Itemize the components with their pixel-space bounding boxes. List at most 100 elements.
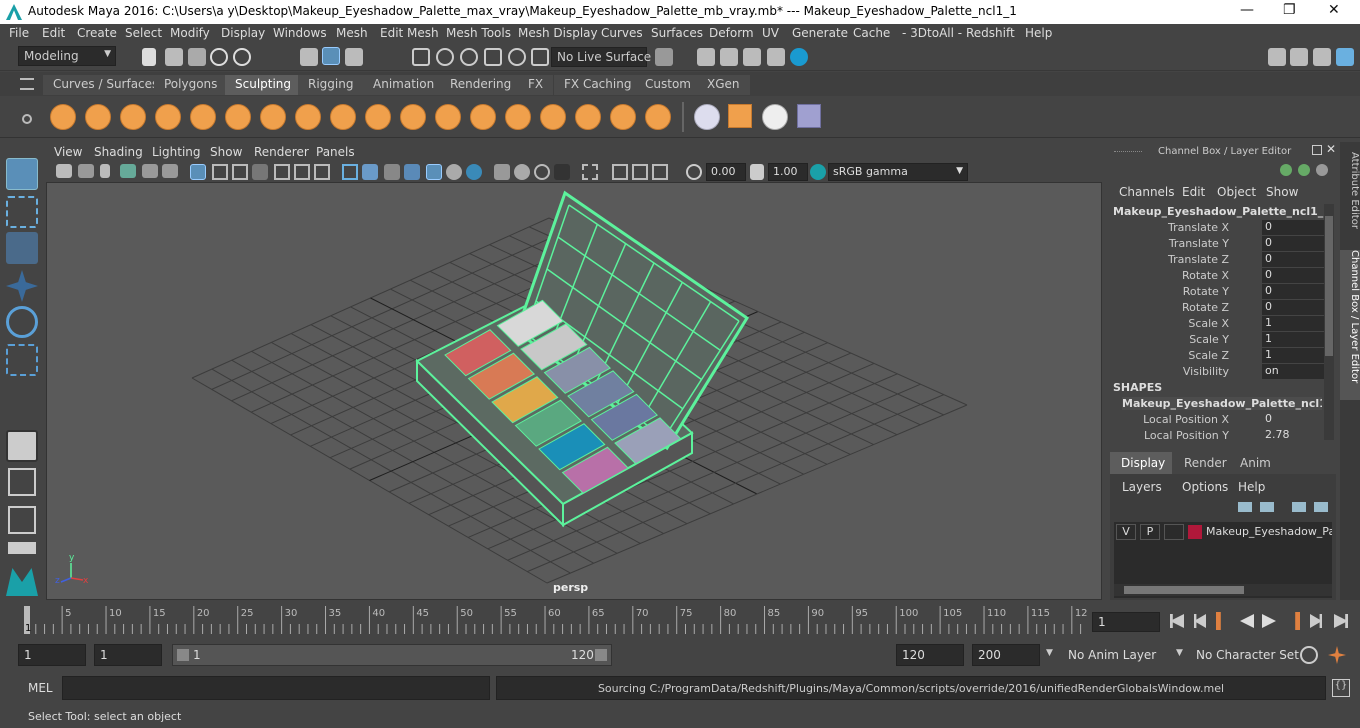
le-menu-help[interactable]: Help [1238, 480, 1265, 494]
scrollbar-thumb[interactable] [1325, 216, 1333, 356]
cb-menu-object[interactable]: Object [1217, 185, 1256, 199]
vp-menu-lighting[interactable]: Lighting [152, 145, 201, 159]
camera-icon[interactable] [56, 164, 72, 178]
playback-start-field[interactable]: 1 [94, 644, 162, 666]
mel-label[interactable]: MEL [28, 681, 53, 695]
attr-row-scale-z[interactable]: Scale Z 1 [1108, 348, 1338, 364]
step-back-icon[interactable] [1194, 614, 1206, 628]
anim-layer-selector[interactable]: No Anim Layer [1062, 644, 1162, 666]
ipr-render-icon[interactable] [743, 48, 761, 66]
colorspace-dropdown[interactable]: sRGB gamma ▼ [828, 163, 968, 181]
attr-row-translate-x[interactable]: Translate X 0 [1108, 220, 1338, 236]
attr-value[interactable]: 1 [1262, 348, 1324, 363]
move-tool-icon[interactable] [6, 270, 38, 302]
le-menu-options[interactable]: Options [1182, 480, 1228, 494]
redo-icon[interactable] [233, 48, 251, 66]
settings-icon[interactable] [1316, 164, 1328, 176]
color-management-icon[interactable] [810, 164, 826, 180]
four-view-layout-icon[interactable] [8, 468, 36, 496]
shelf-menu-icon[interactable] [20, 78, 34, 90]
chevron-down-icon[interactable]: ▼ [1046, 648, 1053, 658]
layer-name[interactable]: Makeup_Eyeshadow_Pal [1206, 525, 1332, 538]
xray-icon[interactable] [554, 164, 570, 180]
select-tool-icon[interactable] [6, 158, 38, 190]
menu-create[interactable]: Create [77, 26, 117, 40]
smear-tool-icon[interactable] [540, 104, 566, 130]
tab-fx-caching[interactable]: FX Caching [554, 75, 642, 95]
layer-list-hscrollbar[interactable] [1114, 584, 1332, 596]
tab-fx[interactable]: FX [518, 75, 554, 95]
isolate-select-icon[interactable] [582, 164, 598, 180]
new-layer-icon[interactable] [1292, 502, 1306, 512]
script-editor-icon[interactable]: {} [1332, 679, 1350, 697]
attr-value[interactable]: 1 [1262, 316, 1324, 331]
undo-icon[interactable] [210, 48, 228, 66]
move-layer-up-icon[interactable] [1238, 502, 1252, 512]
smooth-tool-icon[interactable] [85, 104, 111, 130]
select-object-icon[interactable] [322, 47, 340, 65]
attr-value[interactable]: 0 [1262, 284, 1324, 299]
vp-menu-panels[interactable]: Panels [316, 145, 355, 159]
menu-edit[interactable]: Edit [42, 26, 65, 40]
attr-row-visibility[interactable]: Visibility on [1108, 364, 1338, 380]
maya-home-icon[interactable] [6, 568, 38, 596]
pinch-tool-icon[interactable] [190, 104, 216, 130]
bulge-tool-icon[interactable] [575, 104, 601, 130]
vp-menu-show[interactable]: Show [210, 145, 242, 159]
frame-all-icon[interactable] [612, 164, 628, 180]
gamma-field[interactable]: 1.00 [768, 163, 808, 181]
step-forward-key-icon[interactable] [1295, 612, 1300, 630]
save-scene-icon[interactable] [188, 48, 206, 66]
safe-title-icon[interactable] [314, 164, 330, 180]
tab-polygons[interactable]: Polygons [154, 75, 228, 95]
tab-render[interactable]: Render [1174, 452, 1237, 474]
attr-value[interactable]: 0 [1262, 300, 1324, 315]
layer-visibility-toggle[interactable]: V [1116, 524, 1136, 540]
close-button[interactable]: ✕ [1328, 2, 1340, 18]
animation-end-field[interactable]: 200 [972, 644, 1040, 666]
menu-surfaces[interactable]: Surfaces [651, 26, 703, 40]
menu-mesh[interactable]: Mesh [336, 26, 368, 40]
mel-input[interactable] [62, 676, 490, 700]
menu-3dtoall[interactable]: - 3DtoAll - [902, 26, 962, 40]
convert-to-frozen-icon[interactable] [694, 104, 720, 130]
live-surface-field[interactable]: No Live Surface [551, 47, 651, 67]
menu-mesh-display[interactable]: Mesh Display [518, 26, 598, 40]
minimize-button[interactable]: — [1240, 2, 1254, 18]
time-slider[interactable]: 5 10 15 20 25 30 35 40 45 50 55 60 65 70 75 80 85 90 95 100… [0, 602, 1360, 640]
menu-help[interactable]: Help [1025, 26, 1052, 40]
workspace-icon[interactable] [1268, 48, 1286, 66]
freeze-tool-icon[interactable] [645, 104, 671, 130]
cb-menu-channels[interactable]: Channels [1119, 185, 1175, 199]
lasso-tool-icon[interactable] [6, 196, 38, 228]
graph-layout-icon[interactable] [8, 542, 36, 554]
sculpt-tool-icon[interactable] [50, 104, 76, 130]
uv-layout-icon[interactable] [728, 104, 752, 128]
spray-tool-icon[interactable] [295, 104, 321, 130]
tab-custom[interactable]: Custom [635, 75, 701, 95]
field-chart-icon[interactable] [274, 164, 290, 180]
tab-animation[interactable]: Animation [363, 75, 445, 95]
select-component-icon[interactable] [345, 48, 363, 66]
outliner-layout-icon[interactable] [8, 506, 36, 534]
attr-value[interactable]: 1 [1262, 332, 1324, 347]
help-icon[interactable] [1298, 164, 1310, 176]
viewport-canvas[interactable]: y x z persp [47, 183, 1102, 600]
attr-row-scale-y[interactable]: Scale Y 1 [1108, 332, 1338, 348]
film-gate-icon[interactable] [212, 164, 228, 180]
tab-anim[interactable]: Anim [1230, 452, 1281, 474]
menu-cache[interactable]: Cache [853, 26, 890, 40]
playback-end-field[interactable]: 120 [896, 644, 964, 666]
mesh-display-icon[interactable] [762, 104, 788, 130]
animation-start-field[interactable]: 1 [18, 644, 86, 666]
menu-redshift[interactable]: Redshift [966, 26, 1015, 40]
depth-of-field-icon[interactable] [534, 164, 550, 180]
layer-playback-toggle[interactable]: P [1140, 524, 1160, 540]
frame-selected-icon[interactable] [632, 164, 648, 180]
scale-tool-icon[interactable] [6, 344, 38, 376]
animation-preferences-icon[interactable] [1328, 646, 1346, 664]
live-surface-icon[interactable] [531, 48, 549, 66]
paint-select-tool-icon[interactable] [6, 232, 38, 264]
float-panel-icon[interactable] [1312, 145, 1322, 155]
wireframe-on-shaded-icon[interactable] [384, 164, 400, 180]
